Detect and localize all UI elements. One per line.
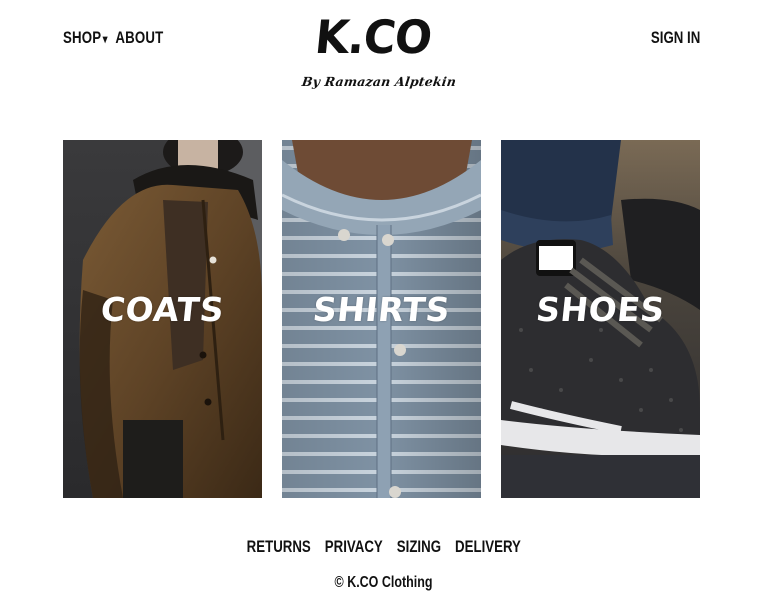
main-nav: SHOP ▾ ABOUT xyxy=(63,28,163,48)
category-grid: COATS SHIRTS SHOES xyxy=(63,140,700,498)
logo-tagline: By Ramazan Alptekin xyxy=(300,74,458,89)
footer-link-privacy[interactable]: PRIVACY xyxy=(325,537,383,557)
nav-about-link[interactable]: ABOUT xyxy=(115,28,163,48)
nav-shop-label: SHOP xyxy=(63,28,102,47)
brand-logo[interactable]: K.CO By Ramazan Alptekin xyxy=(300,10,460,100)
footer-link-returns[interactable]: RETURNS xyxy=(246,537,310,557)
category-card-shoes[interactable]: SHOES xyxy=(501,140,700,498)
page: SHOP ▾ ABOUT K.CO By Ramazan Alptekin SI… xyxy=(0,0,767,615)
nav-shop-dropdown[interactable]: SHOP ▾ xyxy=(63,28,108,48)
category-card-shirts[interactable]: SHIRTS xyxy=(282,140,481,498)
logo-wordmark: K.CO xyxy=(312,10,434,64)
account-nav: SIGN IN xyxy=(651,28,700,48)
footer-nav: RETURNS PRIVACY SIZING DELIVERY xyxy=(0,537,767,557)
category-label: SHOES xyxy=(534,290,667,329)
sign-in-link[interactable]: SIGN IN xyxy=(651,28,700,47)
footer-link-sizing[interactable]: SIZING xyxy=(397,537,441,557)
category-card-coats[interactable]: COATS xyxy=(63,140,262,498)
chevron-down-icon: ▾ xyxy=(102,32,108,46)
copyright-text: © K.CO Clothing xyxy=(334,574,433,591)
category-label: SHIRTS xyxy=(311,290,452,329)
category-label: COATS xyxy=(98,290,227,329)
footer-link-delivery[interactable]: DELIVERY xyxy=(455,537,521,557)
